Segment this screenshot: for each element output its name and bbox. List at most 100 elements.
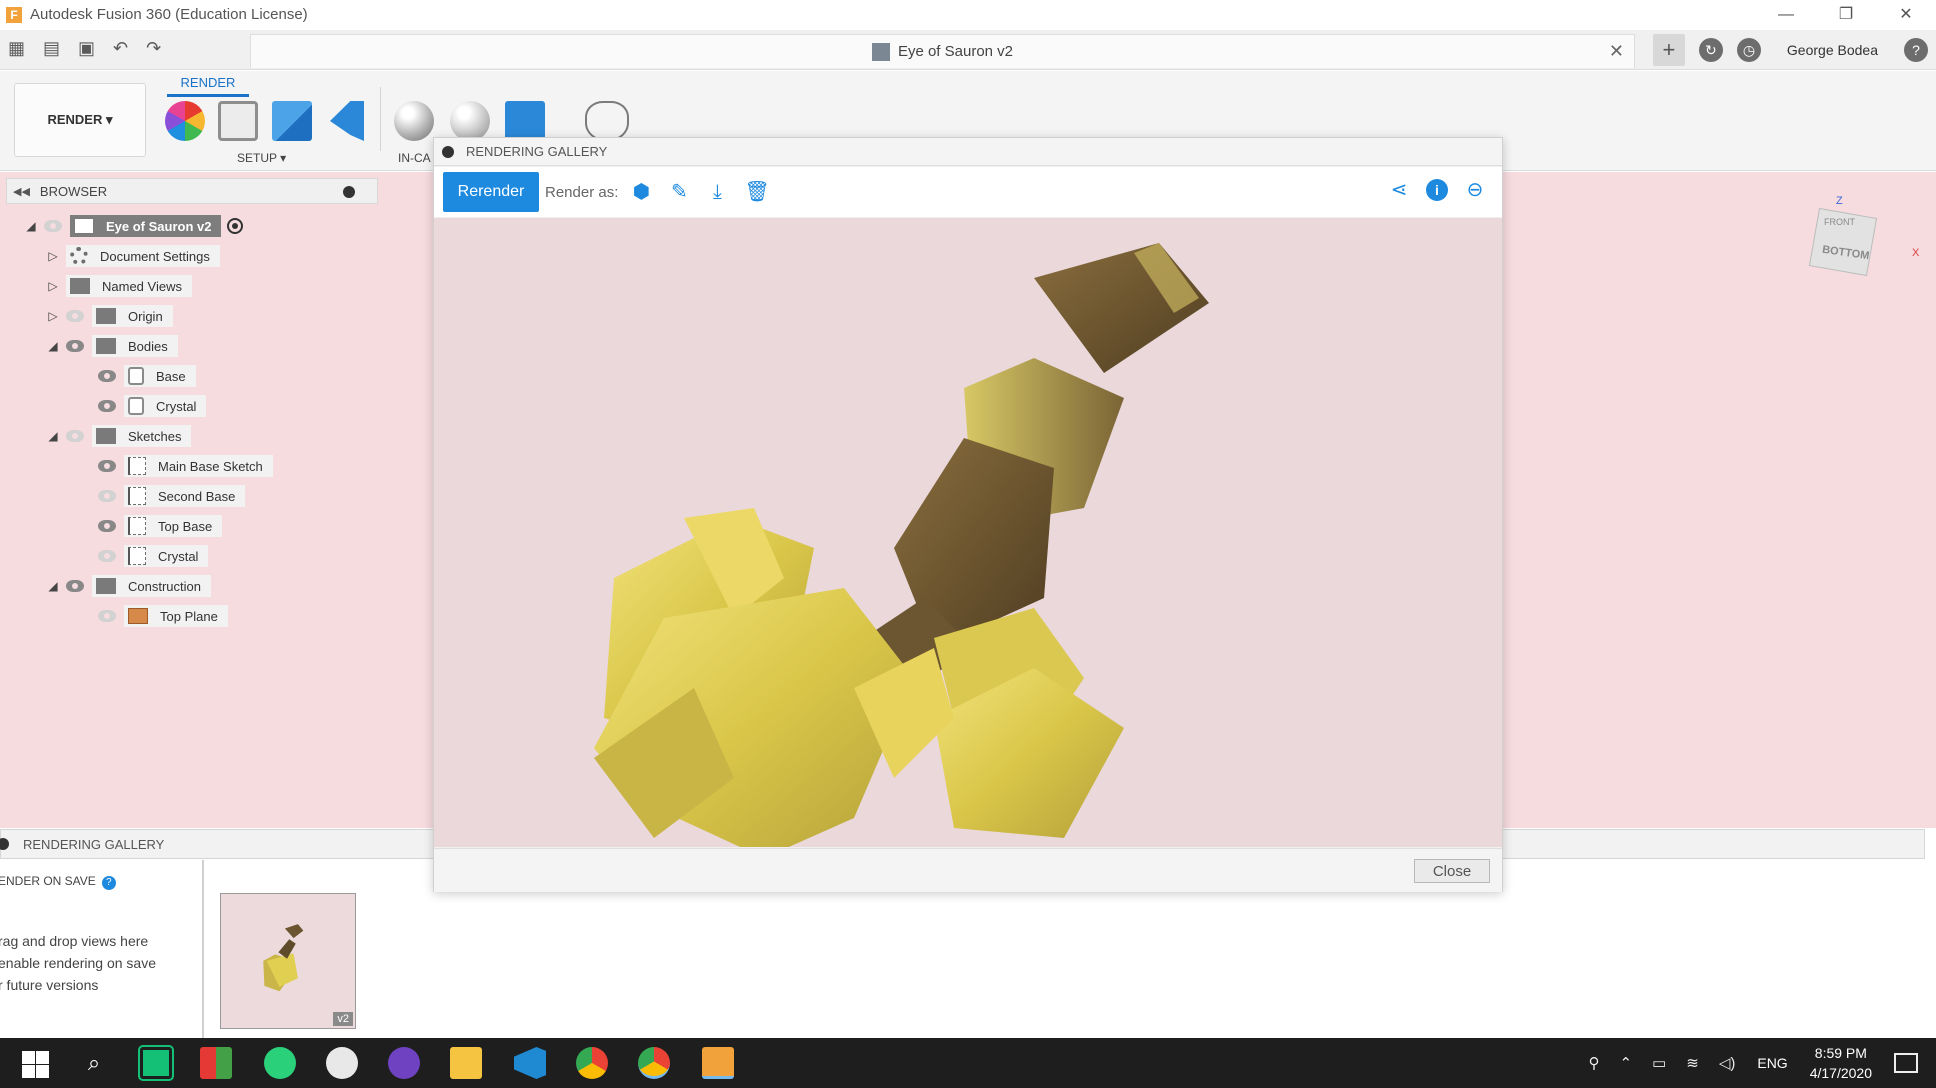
restore-button[interactable]: ❐	[1816, 0, 1876, 29]
tray-chevron-up-icon[interactable]: ⌃	[1619, 1054, 1632, 1072]
rendered-image-view[interactable]	[434, 218, 1502, 847]
tree-row-sketches[interactable]: ◢ Sketches	[44, 425, 192, 447]
rerender-button[interactable]: Rerender	[443, 172, 539, 212]
github-desktop-icon[interactable]	[388, 1047, 420, 1079]
wifi-icon[interactable]: ≋	[1686, 1054, 1699, 1072]
tree-row-construction[interactable]: ◢ Construction	[44, 575, 211, 597]
user-account-name[interactable]: George Bodea	[1787, 42, 1878, 58]
decal-icon[interactable]	[330, 101, 364, 141]
system-clock[interactable]: 8:59 PM 4/17/2020	[1810, 1043, 1872, 1083]
tree-row-root[interactable]: ◢ Eye of Sauron v2	[22, 215, 244, 237]
close-window-button[interactable]: ✕	[1876, 0, 1936, 29]
people-icon[interactable]: ⚲	[1588, 1054, 1599, 1072]
visibility-eye-icon[interactable]	[98, 460, 116, 472]
tree-row-sketch-main-base[interactable]: Main Base Sketch	[98, 455, 273, 477]
scene-settings-icon[interactable]	[218, 101, 258, 141]
collapse-browser-icon[interactable]: ◀◀	[13, 185, 30, 198]
document-tab[interactable]: Eye of Sauron v2 ✕	[250, 34, 1635, 68]
undo-icon[interactable]: ↶	[113, 38, 128, 59]
info-icon[interactable]: i	[1426, 179, 1448, 201]
visibility-eye-icon[interactable]	[66, 340, 84, 352]
history-clock-icon[interactable]: ◷	[1736, 38, 1761, 62]
tree-node-label[interactable]: Top Plane	[124, 605, 228, 627]
visibility-eye-icon[interactable]	[66, 430, 84, 442]
brain-app-icon[interactable]	[326, 1047, 358, 1079]
help-question-icon[interactable]: ?	[101, 876, 116, 890]
pycharm-icon[interactable]	[138, 1045, 174, 1081]
clion-icon[interactable]	[264, 1047, 296, 1079]
close-gallery-button[interactable]: Close	[1414, 859, 1490, 883]
activate-component-icon[interactable]	[227, 218, 244, 234]
collapse-gallery-icon[interactable]	[0, 838, 9, 850]
tree-row-body-crystal[interactable]: Crystal	[98, 395, 207, 417]
visibility-eye-icon[interactable]	[66, 310, 84, 322]
winrar-icon[interactable]	[200, 1047, 232, 1079]
tree-node-label[interactable]: Named Views	[66, 275, 192, 297]
in-canvas-render-icon[interactable]	[394, 101, 434, 141]
expand-arrow-icon[interactable]: ▷	[44, 309, 62, 323]
expand-arrow-icon[interactable]: ▷	[44, 279, 62, 293]
search-icon[interactable]: ⌕	[78, 1047, 110, 1079]
action-center-icon[interactable]	[1894, 1053, 1918, 1073]
viewcube[interactable]: Z FRONT BOTTOM X	[1800, 195, 1919, 295]
visibility-eye-icon[interactable]	[98, 490, 116, 502]
setup-dropdown[interactable]: SETUP ▾	[237, 151, 286, 165]
visibility-eye-icon[interactable]	[44, 220, 62, 232]
collapse-arrow-icon[interactable]: ◢	[44, 429, 62, 443]
new-tab-plus-icon[interactable]: +	[1652, 34, 1685, 66]
tree-node-label[interactable]: Origin	[92, 305, 173, 327]
tree-node-label[interactable]: Sketches	[92, 425, 192, 447]
visibility-eye-icon[interactable]	[98, 520, 116, 532]
tree-node-label[interactable]: Eye of Sauron v2	[70, 215, 222, 237]
chrome-icon[interactable]	[576, 1047, 608, 1079]
battery-icon[interactable]: ▭	[1652, 1054, 1666, 1072]
visibility-eye-icon[interactable]	[66, 580, 84, 592]
tree-row-document-settings[interactable]: ▷ Document Settings	[44, 245, 220, 267]
collapse-arrow-icon[interactable]: ◢	[22, 219, 40, 233]
data-panel-grid-icon[interactable]: ▦	[8, 38, 25, 59]
input-language[interactable]: ENG	[1757, 1055, 1787, 1071]
in-canvas-render-settings-icon[interactable]	[450, 101, 490, 141]
tree-node-label[interactable]: Construction	[92, 575, 211, 597]
windows-start-icon[interactable]	[18, 1047, 50, 1079]
environment-library-icon[interactable]	[272, 101, 312, 141]
tree-node-label[interactable]: Second Base	[124, 485, 246, 507]
edit-image-icon[interactable]: ✎	[668, 181, 690, 203]
tree-row-body-base[interactable]: Base	[98, 365, 196, 387]
tree-node-label[interactable]: Base	[124, 365, 196, 387]
vscode-icon[interactable]	[514, 1047, 546, 1079]
tree-row-sketch-top-base[interactable]: Top Base	[98, 515, 223, 537]
viewcube-front-face[interactable]: FRONT	[1824, 217, 1855, 227]
volume-icon[interactable]: ◁)	[1719, 1054, 1736, 1072]
fusion-360-taskbar-icon[interactable]	[702, 1047, 734, 1079]
chrome-profile-icon[interactable]	[638, 1047, 670, 1079]
tree-node-label[interactable]: Document Settings	[66, 245, 220, 267]
tree-row-origin[interactable]: ▷ Origin	[44, 305, 173, 327]
render-icon[interactable]	[505, 101, 545, 141]
save-icon[interactable]: ▣	[78, 38, 95, 59]
delete-trash-icon[interactable]: 🗑	[744, 181, 769, 203]
tree-row-sketch-second-base[interactable]: Second Base	[98, 485, 246, 507]
browser-pin-icon[interactable]	[343, 186, 355, 198]
visibility-eye-icon[interactable]	[98, 370, 116, 382]
appearance-icon[interactable]	[165, 101, 205, 141]
tree-row-sketch-crystal[interactable]: Crystal	[98, 545, 209, 567]
render-as-cube-icon[interactable]: ⬢	[630, 181, 652, 203]
share-icon[interactable]: ⋖	[1388, 179, 1410, 201]
help-icon[interactable]: ?	[1904, 38, 1928, 62]
minimize-gallery-icon[interactable]	[442, 145, 454, 158]
workspace-switcher[interactable]: RENDER ▾	[14, 83, 146, 157]
tree-row-bodies[interactable]: ◢ Bodies	[44, 335, 178, 357]
teapot-icon[interactable]	[585, 101, 629, 141]
minimize-button[interactable]: —	[1756, 0, 1816, 29]
tree-row-named-views[interactable]: ▷ Named Views	[44, 275, 192, 297]
tree-node-label[interactable]: Main Base Sketch	[124, 455, 273, 477]
tree-node-label[interactable]: Crystal	[124, 545, 209, 567]
tree-node-label[interactable]: Top Base	[124, 515, 223, 537]
expand-arrow-icon[interactable]: ▷	[44, 249, 62, 263]
tree-node-label[interactable]: Crystal	[124, 395, 207, 417]
tab-render[interactable]: RENDER	[167, 75, 249, 97]
visibility-eye-icon[interactable]	[98, 610, 116, 622]
tree-row-top-plane[interactable]: Top Plane	[98, 605, 228, 627]
zoom-out-icon[interactable]: ⊖	[1464, 179, 1486, 201]
